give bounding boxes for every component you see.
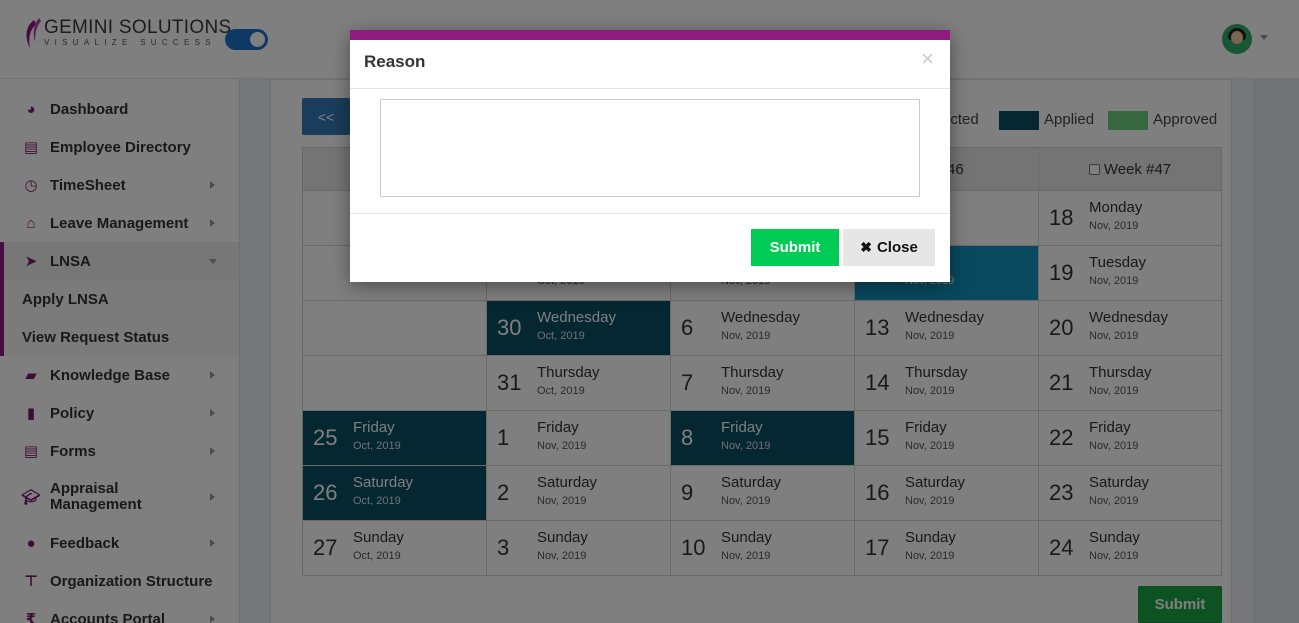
close-icon: ✖ (860, 239, 872, 255)
modal-submit-button[interactable]: Submit (751, 229, 839, 266)
reason-modal: Reason × Submit ✖ Close (350, 30, 950, 282)
reason-textarea[interactable] (380, 99, 920, 197)
modal-title: Reason (364, 52, 426, 71)
modal-close-button[interactable]: ✖ Close (843, 229, 935, 266)
modal-close-label: Close (876, 239, 918, 256)
close-icon[interactable]: × (921, 48, 934, 70)
